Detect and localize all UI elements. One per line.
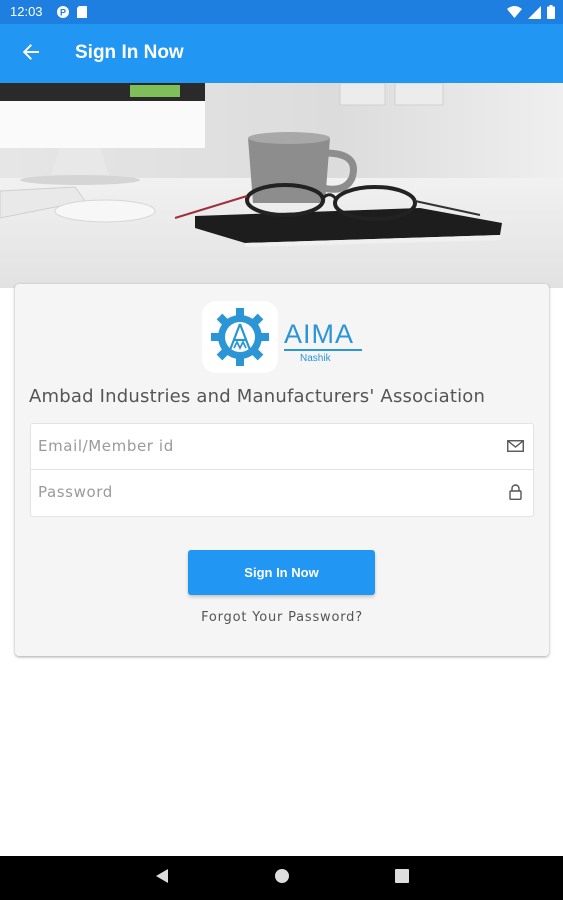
logo-title: AIMA — [284, 319, 355, 349]
email-field-row — [31, 424, 533, 470]
envelope-icon — [506, 438, 524, 454]
app-bar: Sign In Now — [0, 24, 563, 83]
back-triangle-icon — [155, 868, 169, 889]
lock-icon — [506, 484, 524, 500]
status-bar: 12:03 P — [0, 0, 563, 24]
wifi-icon — [507, 5, 522, 24]
arrow-left-icon — [22, 43, 40, 66]
signal-icon — [528, 5, 541, 24]
hero-image — [0, 83, 563, 288]
nav-recents-button[interactable] — [392, 868, 412, 888]
app-notification-icon: P — [56, 5, 70, 24]
password-field-row — [31, 470, 533, 516]
gear-logo-icon — [202, 301, 278, 373]
forgot-password-link[interactable]: Forgot Your Password? — [15, 610, 549, 625]
password-field[interactable] — [38, 470, 498, 514]
system-nav-bar — [0, 856, 563, 900]
battery-icon — [547, 5, 555, 24]
logo-underline — [284, 349, 362, 351]
organization-name: Ambad Industries and Manufacturers' Asso… — [29, 386, 486, 407]
page-title: Sign In Now — [75, 42, 184, 63]
status-time: 12:03 — [10, 4, 43, 19]
login-form — [30, 423, 534, 517]
svg-text:P: P — [60, 8, 66, 18]
recents-square-icon — [395, 868, 409, 888]
nav-back-button[interactable] — [152, 868, 172, 888]
sign-in-button[interactable]: Sign In Now — [188, 550, 375, 595]
home-circle-icon — [274, 868, 290, 889]
nav-home-button[interactable] — [272, 868, 292, 888]
sd-card-icon — [76, 5, 88, 24]
aima-logo: AIMA Nashik — [202, 301, 372, 373]
back-button[interactable] — [16, 39, 46, 69]
email-field[interactable] — [38, 424, 498, 468]
signin-card: AIMA Nashik Ambad Industries and Manufac… — [15, 284, 549, 656]
logo-subtitle: Nashik — [300, 353, 331, 364]
